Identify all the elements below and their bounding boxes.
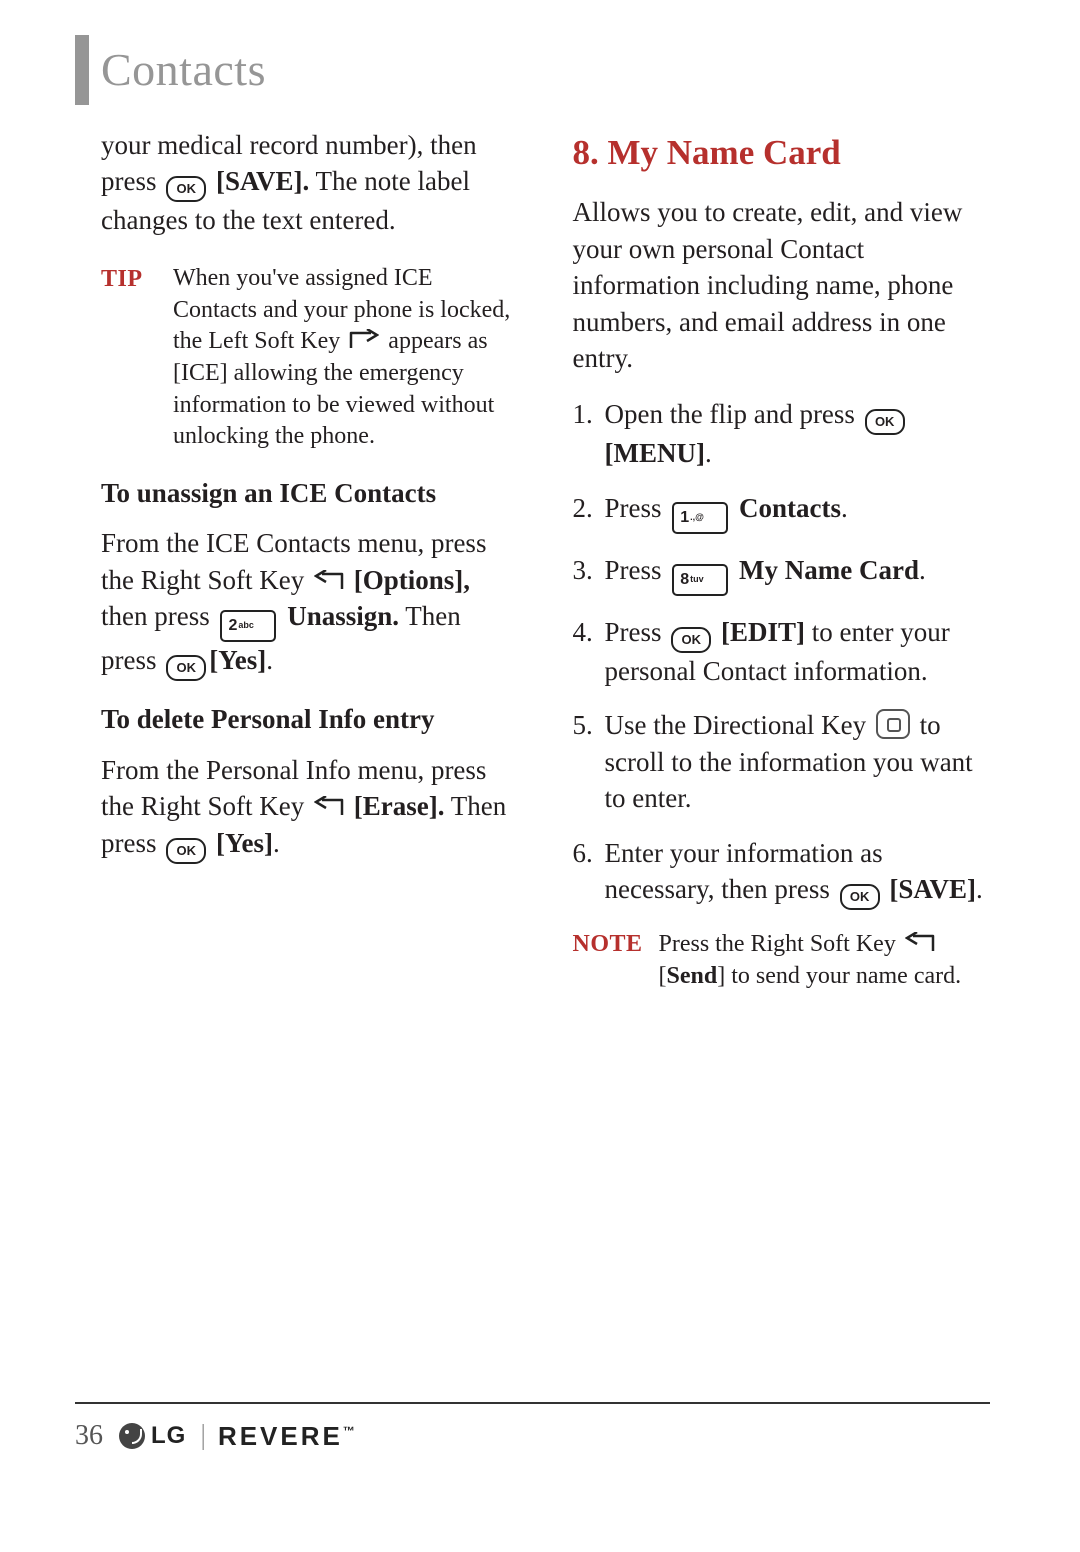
step-1: Open the flip and press OK [MENU]. [573, 396, 991, 471]
right-softkey-icon [905, 931, 935, 953]
ok-key-icon: OK [671, 627, 711, 653]
body-text: Press [605, 555, 669, 585]
step-3: Press 8tuv My Name Card. [573, 552, 991, 596]
tip-block: TIP When you've assigned ICE Contacts an… [101, 263, 519, 453]
yes-label: [Yes] [209, 645, 266, 675]
key-letters: abc [237, 620, 254, 630]
chapter-title: Contacts [101, 35, 266, 105]
continued-paragraph: your medical record number), then press … [101, 127, 519, 239]
body-text: then press [101, 601, 216, 631]
send-label: Send [667, 963, 718, 989]
right-column: 8. My Name Card Allows you to create, ed… [573, 127, 991, 993]
body-text: Press [605, 493, 669, 523]
note-body: Press the Right Soft Key [Send] to send … [659, 928, 991, 993]
erase-label: [Erase]. [354, 791, 445, 821]
note-block: NOTE Press the Right Soft Key [Send] to … [573, 928, 991, 993]
note-label: NOTE [573, 928, 655, 993]
ok-key-icon: OK [166, 838, 206, 864]
save-label: [SAVE]. [216, 166, 309, 196]
edit-label: [EDIT] [721, 617, 805, 647]
ok-key-icon: OK [840, 884, 880, 910]
two-column-layout: your medical record number), then press … [75, 127, 990, 993]
options-label: [Options], [354, 565, 470, 595]
keypad-2-icon: 2abc [220, 610, 276, 642]
brand-divider: | [196, 1420, 208, 1452]
subheading-delete: To delete Personal Info entry [101, 701, 519, 737]
right-softkey-icon [314, 565, 344, 587]
intro-paragraph: Allows you to create, edit, and view you… [573, 194, 991, 376]
section-title: 8. My Name Card [573, 129, 991, 176]
my-name-card-label: My Name Card [739, 555, 919, 585]
step-6: Enter your information as necessary, the… [573, 835, 991, 910]
body-text: Press [605, 617, 669, 647]
footer-divider [75, 1402, 990, 1404]
step-2: Press 1.,@ Contacts. [573, 490, 991, 534]
ok-key-icon: OK [166, 655, 206, 681]
left-column: your medical record number), then press … [75, 127, 519, 993]
ok-key-icon: OK [865, 409, 905, 435]
keypad-1-icon: 1.,@ [672, 502, 728, 534]
subheading-unassign: To unassign an ICE Contacts [101, 475, 519, 511]
tip-label: TIP [101, 263, 163, 453]
left-softkey-icon [349, 329, 379, 351]
contacts-label: Contacts [739, 493, 841, 523]
body-text: Open the flip and press [605, 399, 862, 429]
lg-text: LG [151, 1424, 186, 1448]
body-text: Press the Right Soft Key [659, 931, 902, 957]
right-softkey-icon [314, 791, 344, 813]
key-digit: 8 [680, 571, 689, 588]
menu-label: [MENU] [605, 438, 705, 468]
step-5: Use the Directional Key to scroll to the… [573, 707, 991, 816]
directional-key-icon [876, 709, 910, 739]
body-text: Use the Directional Key [605, 710, 873, 740]
revere-logo: REVERE™ [218, 1423, 355, 1449]
page-footer: 36 LG | REVERE™ [75, 1420, 355, 1452]
key-letters: .,@ [689, 512, 704, 522]
header-accent-bar [75, 35, 89, 105]
chapter-header: Contacts [75, 35, 990, 105]
ok-key-icon: OK [166, 176, 206, 202]
body-text: ] to send your name card. [717, 963, 961, 989]
manual-page: Contacts your medical record number), th… [0, 0, 1080, 1552]
page-number: 36 [75, 1420, 103, 1452]
numbered-steps: Open the flip and press OK [MENU]. Press… [573, 396, 991, 910]
key-digit: 1 [680, 509, 689, 526]
keypad-8-icon: 8tuv [672, 564, 728, 596]
trademark-symbol: ™ [343, 1424, 355, 1438]
revere-text: REVERE [218, 1421, 343, 1451]
tip-body: When you've assigned ICE Contacts and yo… [173, 263, 519, 453]
yes-label: [Yes] [216, 828, 273, 858]
delete-paragraph: From the Personal Info menu, press the R… [101, 752, 519, 864]
brand-mark: LG | REVERE™ [119, 1420, 355, 1452]
lg-face-icon [119, 1423, 145, 1449]
lg-logo: LG [119, 1423, 186, 1449]
key-letters: tuv [689, 574, 704, 584]
step-4: Press OK [EDIT] to enter your personal C… [573, 614, 991, 689]
unassign-label: Unassign. [287, 601, 399, 631]
unassign-paragraph: From the ICE Contacts menu, press the Ri… [101, 525, 519, 681]
save-label: [SAVE] [889, 874, 976, 904]
